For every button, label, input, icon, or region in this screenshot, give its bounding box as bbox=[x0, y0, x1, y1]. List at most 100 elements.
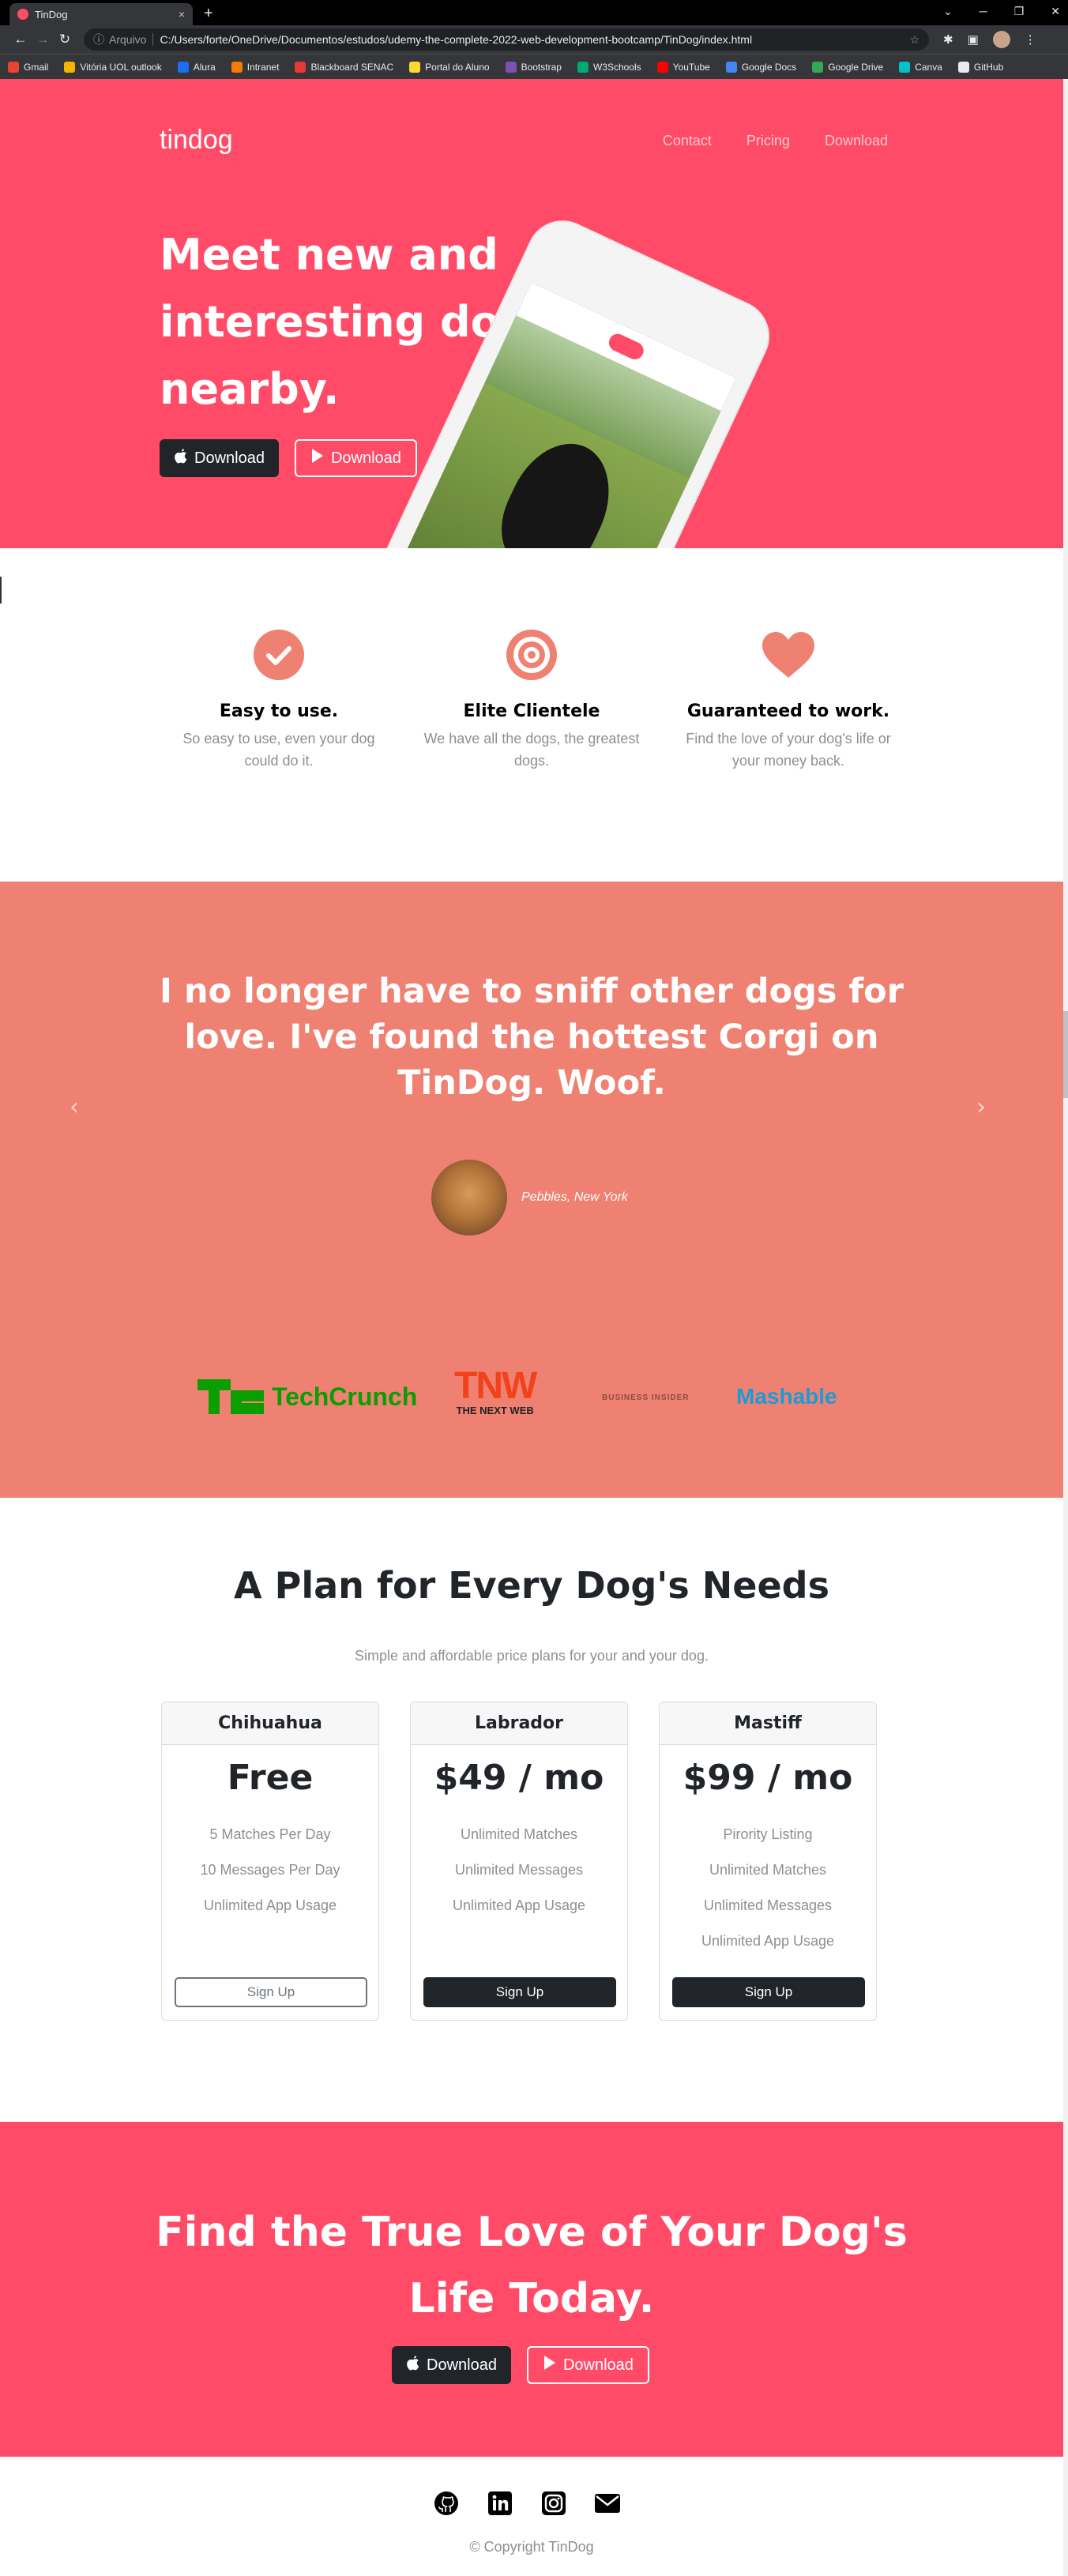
bullseye-icon bbox=[504, 627, 559, 683]
tab-title: TinDog bbox=[35, 8, 68, 21]
info-icon[interactable]: ⓘ bbox=[93, 32, 104, 47]
new-tab-button[interactable]: + bbox=[204, 5, 213, 23]
bookmark-favicon-icon bbox=[177, 61, 189, 73]
bookmark-favicon-icon bbox=[577, 61, 589, 73]
address-bar[interactable]: ⓘ Arquivo C:/Users/forte/OneDrive/Docume… bbox=[84, 28, 929, 51]
plan-feature: Unlimited Matches bbox=[460, 1826, 578, 1842]
plan-name: Labrador bbox=[411, 1702, 627, 1745]
bookmark-item[interactable]: Google Docs bbox=[725, 61, 796, 73]
footer: © Copyright TinDog bbox=[0, 2457, 1063, 2576]
back-icon[interactable]: ← bbox=[9, 32, 32, 47]
minimize-icon[interactable]: ─ bbox=[980, 5, 987, 18]
bookmark-favicon-icon bbox=[812, 61, 824, 73]
feature-title: Guaranteed to work. bbox=[686, 701, 890, 721]
nav-link-download[interactable]: Download bbox=[825, 133, 888, 149]
plan-feature: Unlimited App Usage bbox=[452, 1897, 586, 1913]
techcrunch-mark-icon bbox=[197, 1379, 264, 1414]
restore-icon[interactable]: ❐ bbox=[1014, 5, 1025, 18]
bookmark-item[interactable]: Portal do Aluno bbox=[409, 61, 490, 73]
tab-search-icon[interactable]: ⌄ bbox=[943, 5, 953, 18]
bookmark-star-icon[interactable]: ☆ bbox=[909, 33, 919, 47]
pricing-card-mastiff: Mastiff $99 / mo Pirority Listing Unlimi… bbox=[659, 1702, 877, 2021]
linkedin-icon[interactable] bbox=[487, 2490, 513, 2517]
text-cursor bbox=[0, 577, 2, 604]
bookmark-item[interactable]: Blackboard SENAC bbox=[295, 61, 394, 73]
pricing-subtitle: Simple and affordable price plans for yo… bbox=[355, 1648, 709, 1664]
nav-link-contact[interactable]: Contact bbox=[663, 133, 712, 149]
pricing-section: A Plan for Every Dog's Needs Simple and … bbox=[0, 1498, 1063, 2122]
pricing-card-chihuahua: Chihuahua Free 5 Matches Per Day 10 Mess… bbox=[161, 1702, 379, 2021]
close-window-icon[interactable]: ✕ bbox=[1051, 5, 1060, 18]
plan-feature: Unlimited App Usage bbox=[203, 1897, 337, 1913]
page-viewport: tindog Contact Pricing Download Meet new… bbox=[0, 79, 1068, 2576]
tnw-logo: TNW THE NEXT WEB bbox=[454, 1365, 537, 1417]
page-scrollbar[interactable] bbox=[1063, 79, 1068, 2576]
plan-price: $99 / mo bbox=[683, 1758, 853, 1798]
bookmark-label: YouTube bbox=[672, 61, 710, 73]
sign-up-button[interactable]: Sign Up bbox=[175, 1977, 367, 2007]
press-logos: TechCrunch TNW THE NEXT WEB BUSINESS INS… bbox=[0, 1348, 1063, 1427]
forward-icon[interactable]: → bbox=[32, 32, 54, 47]
carousel-prev-button[interactable]: ‹ bbox=[70, 1093, 79, 1121]
google-play-download-button[interactable]: Download bbox=[526, 2346, 649, 2384]
window-controls: ⌄ ─ ❐ ✕ bbox=[943, 5, 1060, 18]
bookmark-item[interactable]: Google Drive bbox=[812, 61, 883, 73]
plan-feature: Unlimited Matches bbox=[709, 1862, 827, 1878]
menu-icon[interactable]: ⋮ bbox=[1025, 32, 1036, 47]
bookmark-label: Gmail bbox=[24, 61, 49, 73]
carousel-next-button[interactable]: › bbox=[976, 1093, 986, 1121]
bookmark-label: Canva bbox=[915, 61, 942, 73]
bookmark-label: GitHub bbox=[973, 61, 1004, 73]
bookmark-favicon-icon bbox=[505, 61, 517, 73]
side-panel-icon[interactable]: ▣ bbox=[968, 32, 979, 47]
bookmark-item[interactable]: Bootstrap bbox=[505, 61, 562, 73]
envelope-icon[interactable] bbox=[594, 2490, 621, 2517]
browser-tab[interactable]: TinDog × bbox=[9, 3, 193, 25]
nav-link-pricing[interactable]: Pricing bbox=[746, 133, 790, 149]
extensions-icon[interactable]: ✱ bbox=[943, 32, 953, 47]
apple-icon bbox=[174, 448, 188, 468]
bookmark-label: Vitória UOL outlook bbox=[80, 61, 162, 73]
apple-icon bbox=[406, 2355, 420, 2375]
sign-up-button[interactable]: Sign Up bbox=[423, 1977, 616, 2007]
tab-close-button[interactable]: × bbox=[179, 8, 185, 21]
github-icon[interactable] bbox=[433, 2490, 460, 2517]
plan-name: Chihuahua bbox=[162, 1702, 378, 1745]
feature-easy-to-use: Easy to use. So easy to use, even your d… bbox=[164, 627, 393, 772]
instagram-icon[interactable] bbox=[540, 2490, 567, 2517]
bookmark-label: Blackboard SENAC bbox=[310, 61, 394, 73]
bookmark-favicon-icon bbox=[8, 61, 19, 73]
bookmark-label: Intranet bbox=[246, 61, 280, 73]
browser-toolbar: ← → ↻ ⓘ Arquivo C:/Users/forte/OneDrive/… bbox=[0, 25, 1068, 54]
sign-up-button[interactable]: Sign Up bbox=[672, 1977, 865, 2007]
plan-price: $49 / mo bbox=[434, 1758, 604, 1798]
bookmark-item[interactable]: W3Schools bbox=[577, 61, 641, 73]
bookmark-item[interactable]: Gmail bbox=[8, 61, 49, 73]
bookmark-item[interactable]: GitHub bbox=[957, 61, 1004, 73]
bookmark-item[interactable]: Intranet bbox=[231, 61, 280, 73]
scrollbar-thumb[interactable] bbox=[1063, 1011, 1068, 1098]
apple-download-button[interactable]: Download bbox=[392, 2346, 511, 2384]
bookmark-item[interactable]: Vitória UOL outlook bbox=[64, 61, 162, 73]
cta-section: Find the True Love of Your Dog's Life To… bbox=[0, 2122, 1063, 2457]
url-text: C:/Users/forte/OneDrive/Documentos/estud… bbox=[160, 33, 753, 46]
reload-icon[interactable]: ↻ bbox=[54, 32, 76, 47]
bookmark-item[interactable]: YouTube bbox=[656, 61, 710, 73]
bookmark-label: W3Schools bbox=[592, 61, 641, 73]
testimonial-author-name: Pebbles, New York bbox=[521, 1190, 628, 1204]
feature-text: So easy to use, even your dog could do i… bbox=[182, 731, 375, 769]
bookmark-favicon-icon bbox=[409, 61, 421, 73]
profile-avatar[interactable] bbox=[992, 31, 1010, 48]
pricing-card-labrador: Labrador $49 / mo Unlimited Matches Unli… bbox=[410, 1702, 628, 2021]
plan-feature: 10 Messages Per Day bbox=[200, 1862, 340, 1878]
cta-download-buttons: Download Download bbox=[392, 2346, 649, 2384]
google-play-download-button[interactable]: Download bbox=[294, 439, 417, 477]
navbar-brand[interactable]: tindog bbox=[160, 125, 233, 156]
bookmark-item[interactable]: Alura bbox=[177, 61, 216, 73]
dog-avatar bbox=[431, 1160, 507, 1235]
apple-download-button[interactable]: Download bbox=[160, 439, 279, 477]
feature-title: Easy to use. bbox=[219, 701, 339, 721]
bookmark-favicon-icon bbox=[957, 61, 969, 73]
feature-guaranteed: Guaranteed to work. Find the love of you… bbox=[674, 627, 903, 772]
bookmark-item[interactable]: Canva bbox=[899, 61, 942, 73]
